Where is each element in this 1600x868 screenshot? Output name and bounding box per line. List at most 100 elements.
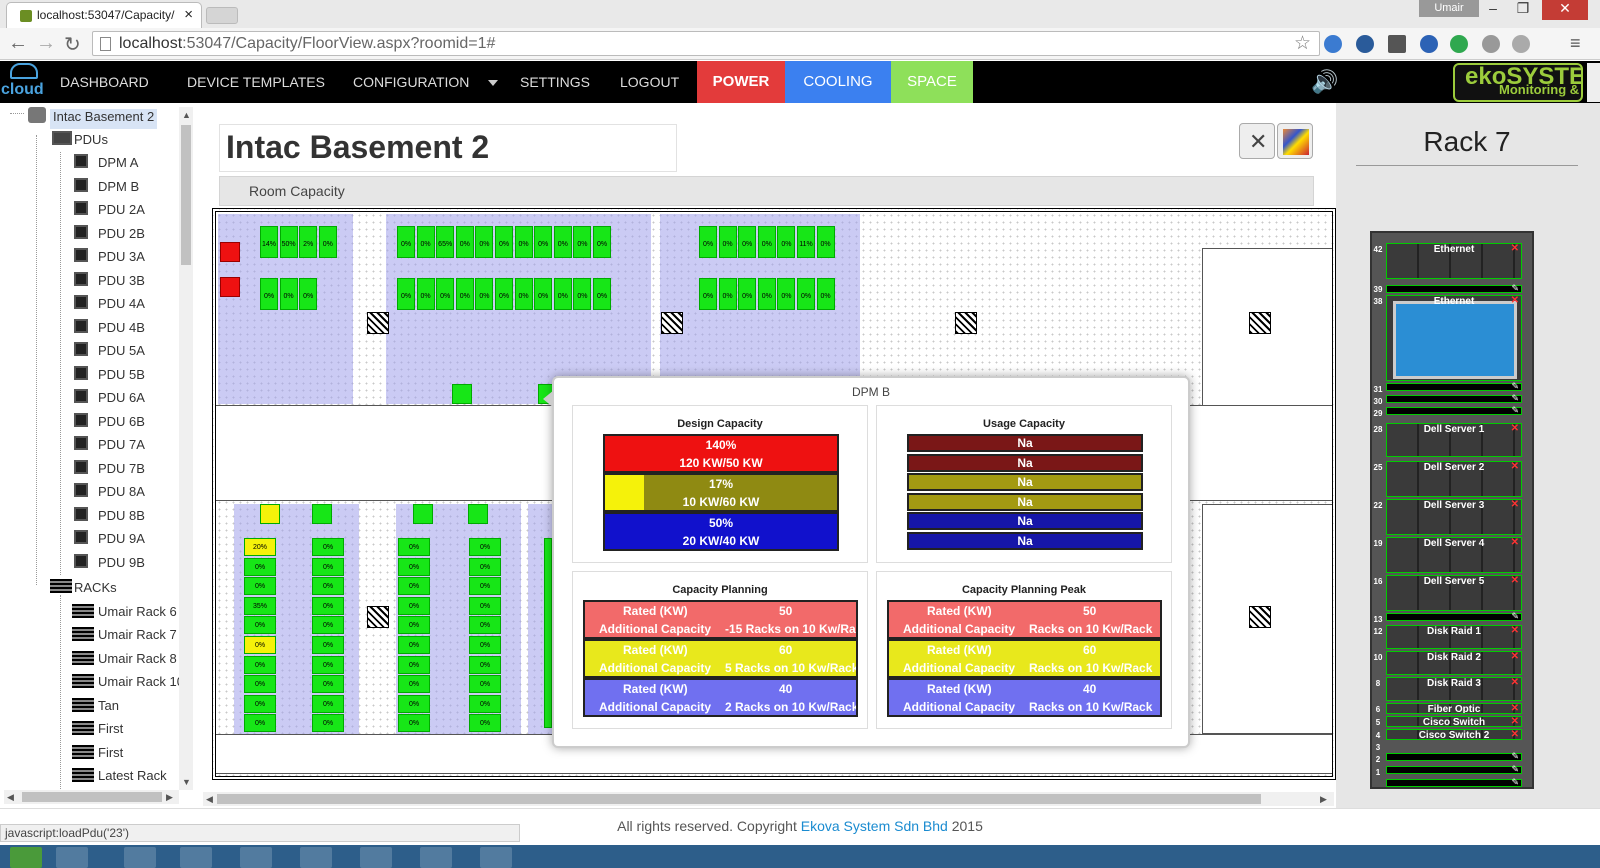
rack-unit[interactable]: 2% (299, 226, 318, 258)
rack-device[interactable]: Ethernet ✕ (1386, 243, 1522, 279)
rack-unit[interactable]: 0% (495, 226, 513, 258)
taskbar-app[interactable] (240, 847, 272, 868)
rack-device[interactable]: Cisco Switch 2 ✕ (1386, 729, 1522, 740)
rack-unit[interactable]: 0% (312, 596, 344, 615)
remove-device-icon[interactable]: ✕ (1511, 704, 1519, 713)
scroll-left-icon[interactable]: ◀ (7, 792, 14, 803)
scroll-down-icon[interactable]: ▼ (182, 777, 191, 787)
edit-slot-icon[interactable]: ✎ (1511, 405, 1519, 416)
chrome-menu-icon[interactable]: ≡ (1570, 33, 1581, 54)
remove-device-icon[interactable]: ✕ (1511, 424, 1519, 434)
rack-unit[interactable]: 0% (469, 596, 501, 615)
taskbar-app[interactable] (300, 847, 332, 868)
close-tab-icon[interactable]: × (184, 6, 193, 23)
taskbar-app[interactable] (124, 847, 156, 868)
scroll-left-icon[interactable]: ◀ (206, 794, 213, 805)
edit-slot-icon[interactable]: ✎ (1511, 283, 1519, 294)
taskbar-app[interactable] (420, 847, 452, 868)
rack-unit[interactable]: 0% (312, 557, 344, 576)
rack-unit[interactable]: 0% (469, 655, 501, 674)
rack-unit[interactable]: 0% (397, 226, 415, 258)
rack-unit[interactable]: 0% (469, 636, 501, 654)
nav-dashboard[interactable]: DASHBOARD (60, 61, 149, 103)
rack-unit[interactable]: 0% (318, 226, 337, 258)
tree-pdu-item[interactable]: PDU 3B (98, 273, 145, 293)
tree-rack-item[interactable]: Tan (98, 698, 119, 718)
rack-unit[interactable]: 0% (514, 226, 533, 258)
rack-unit[interactable]: 0% (244, 655, 276, 674)
tree-pdu-item[interactable]: PDU 5A (98, 343, 145, 363)
page-scrollbar[interactable] (1587, 63, 1600, 102)
mode-power-tab[interactable]: POWER (697, 61, 785, 103)
flag-button[interactable] (1277, 123, 1313, 159)
restore-icon[interactable]: ❐ (1508, 0, 1538, 20)
extension-drive-icon[interactable] (1512, 35, 1530, 53)
tree-pdu-item[interactable]: PDU 6B (98, 414, 145, 434)
rack-unit[interactable]: 0% (553, 226, 572, 258)
tree-pdu-item[interactable]: PDU 7B (98, 461, 145, 481)
remove-device-icon[interactable]: ✕ (1511, 652, 1519, 662)
scroll-thumb[interactable] (22, 792, 162, 802)
rack-unit[interactable]: 0% (469, 577, 501, 596)
pdu-unit[interactable] (468, 504, 488, 524)
cooling-unit-icon[interactable] (1249, 606, 1271, 628)
taskbar-app[interactable] (360, 847, 392, 868)
remove-device-icon[interactable]: ✕ (1511, 576, 1519, 586)
rack-unit[interactable]: 0% (312, 636, 344, 654)
rack-unit[interactable]: 35% (244, 596, 276, 615)
rack-unit[interactable]: 0% (398, 694, 430, 713)
room-capacity-bar[interactable]: Room Capacity (219, 176, 1314, 206)
rack-unit[interactable]: 11% (797, 226, 815, 258)
rack-unit[interactable]: 0% (469, 694, 501, 713)
rack-unit[interactable]: 0% (260, 278, 278, 310)
rack-unit[interactable]: 0% (469, 616, 501, 635)
profile-badge[interactable]: Umair (1419, 0, 1479, 17)
tree-rack-item[interactable]: First (98, 745, 123, 765)
tree-pdus-label[interactable]: PDUs (74, 132, 108, 152)
tree-pdu-item[interactable]: PDU 4B (98, 320, 145, 340)
rack-unit[interactable]: 0% (312, 577, 344, 596)
rack-device[interactable]: Disk Raid 1 ✕ (1386, 625, 1522, 649)
rack-unit[interactable]: 0% (455, 226, 474, 258)
tree-pdu-item[interactable]: PDU 6A (98, 390, 145, 410)
tree-rack-item[interactable]: First (98, 721, 123, 741)
rack-unit[interactable]: 0% (244, 694, 276, 713)
rack-unit[interactable]: 0% (244, 675, 276, 694)
rack-unit[interactable]: 0% (436, 278, 455, 310)
cooling-unit-icon[interactable] (661, 312, 683, 334)
tree-rack-item[interactable]: Umair Rack 8 (98, 651, 177, 671)
edit-slot-icon[interactable]: ✎ (1511, 751, 1519, 762)
rack-unit[interactable]: 0% (469, 557, 501, 576)
rack-unit[interactable]: 0% (279, 278, 298, 310)
remove-device-icon[interactable]: ✕ (1511, 626, 1519, 636)
extension-skype-icon[interactable] (1482, 35, 1500, 53)
tree-room[interactable]: Intac Basement 2 (50, 109, 158, 129)
tools-button[interactable]: ✕ (1239, 123, 1275, 159)
extension-globe-icon[interactable] (1420, 35, 1438, 53)
rack-unit[interactable]: 0% (469, 714, 501, 733)
rack-unit[interactable]: 0% (534, 278, 553, 310)
rack-device[interactable]: Dell Server 1 ✕ (1386, 423, 1522, 457)
tree-rack-item[interactable]: Umair Rack 7 (98, 627, 177, 647)
cooling-unit-icon[interactable] (1249, 312, 1271, 334)
rack-unit[interactable]: 0% (397, 278, 415, 310)
cooling-unit-icon[interactable] (955, 312, 977, 334)
company-link[interactable]: Ekova System Sdn Bhd (801, 818, 948, 834)
tree-pdu-item[interactable]: PDU 8A (98, 484, 145, 504)
empty-slot[interactable]: ✎ (1386, 777, 1522, 787)
rack-device[interactable]: Ethernet ✕ (1386, 295, 1522, 381)
new-tab-button[interactable] (206, 7, 238, 24)
tree-pdu-item[interactable]: PDU 2A (98, 202, 145, 222)
rack-unit[interactable]: 0% (757, 278, 776, 310)
rack-device[interactable]: Cisco Switch ✕ (1386, 716, 1522, 727)
pdu-unit[interactable] (220, 242, 240, 262)
back-icon[interactable]: ← (8, 32, 28, 55)
rack-unit[interactable]: 0% (573, 226, 592, 258)
speaker-icon[interactable]: 🔊 (1311, 71, 1338, 93)
taskbar-app[interactable] (56, 847, 88, 868)
rack-unit[interactable]: 0% (455, 278, 474, 310)
rack-unit[interactable]: 0% (312, 538, 344, 556)
scroll-up-icon[interactable]: ▲ (182, 110, 191, 120)
rack-device[interactable]: Dell Server 5 ✕ (1386, 575, 1522, 611)
empty-slot[interactable]: ✎ (1386, 751, 1522, 762)
